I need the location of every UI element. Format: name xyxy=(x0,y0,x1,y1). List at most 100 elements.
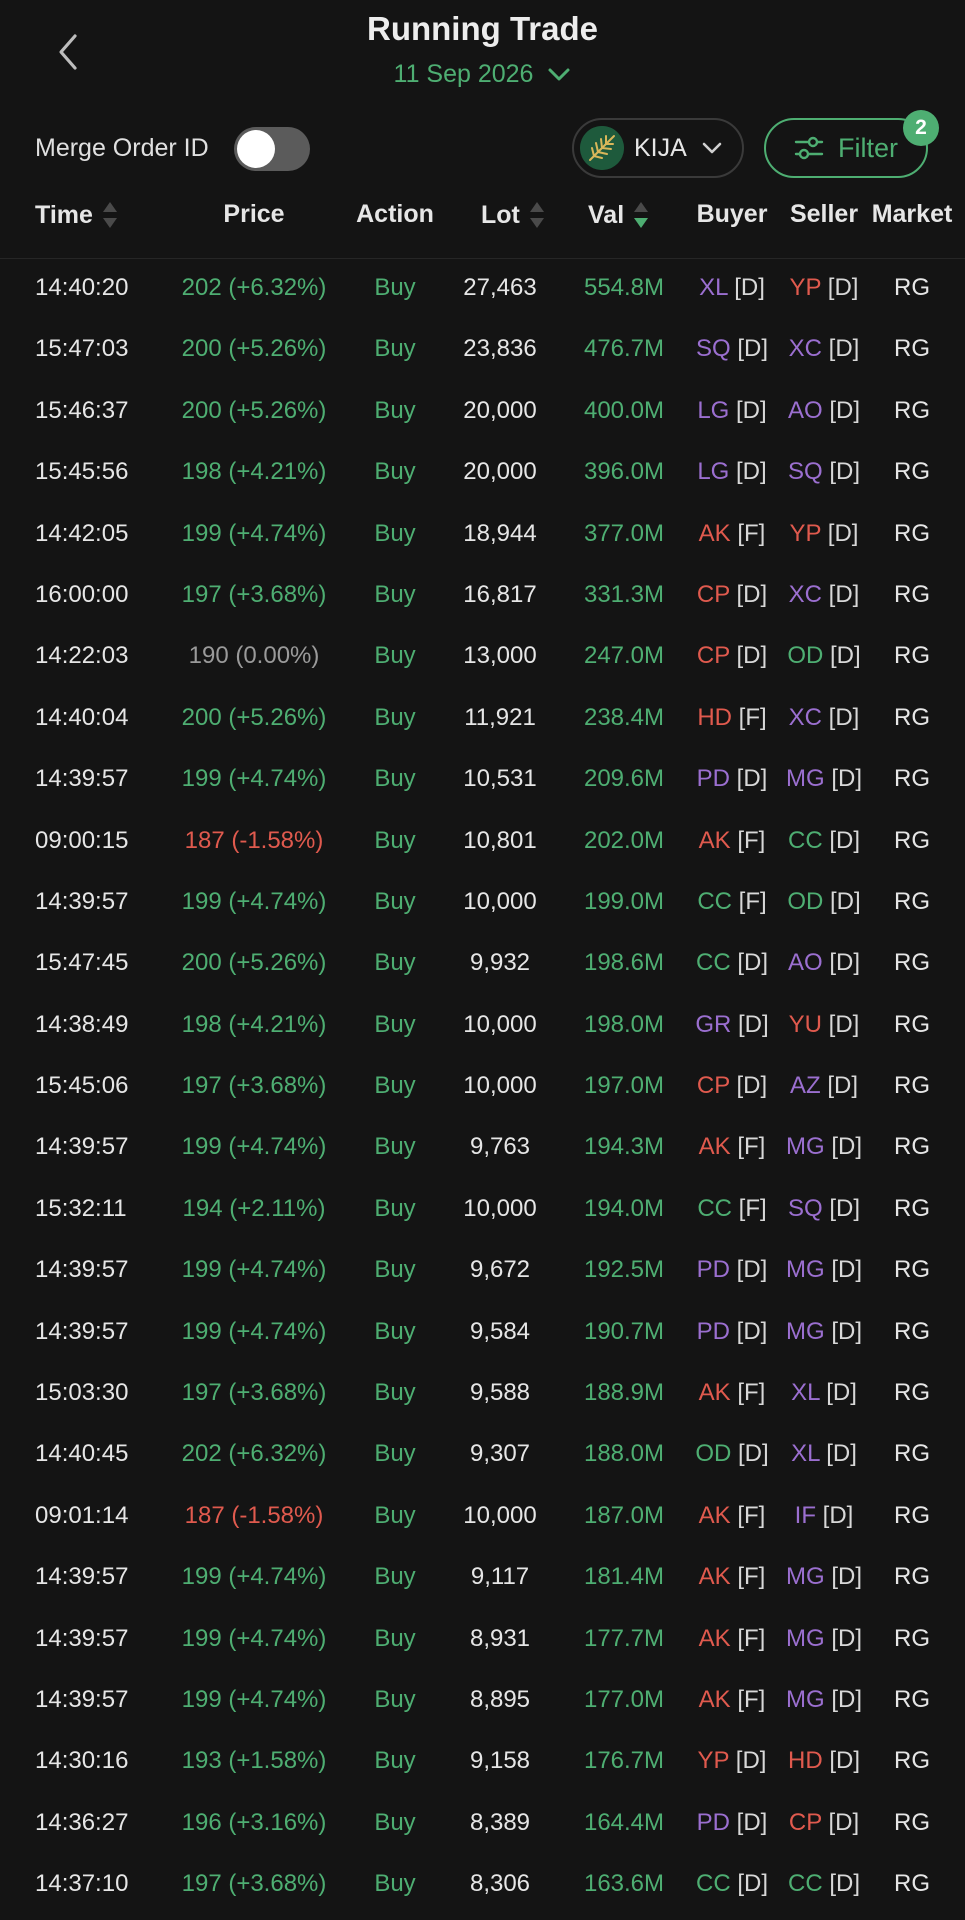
trade-seller[interactable]: AO [D] xyxy=(788,397,860,425)
table-row[interactable]: 14:40:45 202 (+6.32%) Buy 9,307 188.0M OD [D]… xyxy=(0,1424,965,1485)
table-row[interactable]: 15:46:37 200 (+5.26%) Buy 20,000 400.0M LG [D… xyxy=(0,381,965,442)
trade-seller[interactable]: XL [D] xyxy=(791,1440,857,1468)
trade-buyer[interactable]: PD [D] xyxy=(697,1318,768,1346)
trade-buyer[interactable]: CP [D] xyxy=(697,642,767,670)
buyer-code: AK xyxy=(698,1563,731,1591)
table-row[interactable]: 14:40:20 202 (+6.32%) Buy 27,463 554.8M XL [D… xyxy=(0,258,965,319)
date-selector[interactable]: 11 Sep 2026 xyxy=(0,60,965,89)
table-row[interactable]: 15:03:30 197 (+3.68%) Buy 9,588 188.9M AK [F]… xyxy=(0,1363,965,1424)
trade-buyer[interactable]: AK [F] xyxy=(699,1502,766,1530)
trade-seller[interactable]: OD [D] xyxy=(787,642,860,670)
trade-seller[interactable]: MG [D] xyxy=(786,1625,862,1653)
table-row[interactable]: 14:37:10 197 (+3.68%) Buy 8,306 163.6M CC [D]… xyxy=(0,1854,965,1915)
trade-seller[interactable]: YP [D] xyxy=(790,274,859,302)
table-row[interactable]: 15:47:03 200 (+5.26%) Buy 23,836 476.7M SQ [D… xyxy=(0,319,965,380)
trade-seller[interactable]: MG [D] xyxy=(786,1256,862,1284)
trade-action: Buy xyxy=(374,1194,416,1222)
trade-buyer[interactable]: AK [F] xyxy=(699,827,766,855)
table-row[interactable]: 14:40:04 200 (+5.26%) Buy 11,921 238.4M HD [F… xyxy=(0,688,965,749)
table-row[interactable]: 15:45:56 198 (+4.21%) Buy 20,000 396.0M LG [D… xyxy=(0,442,965,503)
trade-buyer[interactable]: PD [D] xyxy=(697,1256,768,1284)
trade-market: RG xyxy=(894,887,930,915)
trade-buyer[interactable]: CC [F] xyxy=(697,888,766,916)
table-row[interactable]: 15:32:11 194 (+2.11%) Buy 10,000 194.0M CC [F… xyxy=(0,1179,965,1240)
trade-seller[interactable]: SQ [D] xyxy=(788,458,860,486)
column-lot[interactable]: Lot xyxy=(481,200,546,230)
trade-seller[interactable]: MG [D] xyxy=(786,765,862,793)
trade-seller[interactable]: OD [D] xyxy=(787,888,860,916)
trade-buyer[interactable]: HD [F] xyxy=(697,704,766,732)
trade-buyer[interactable]: LG [D] xyxy=(697,458,766,486)
trade-buyer[interactable]: CP [D] xyxy=(697,581,767,609)
table-row[interactable]: 14:39:57 199 (+4.74%) Buy 8,931 177.7M AK [F]… xyxy=(0,1609,965,1670)
trade-buyer[interactable]: CC [D] xyxy=(696,949,768,977)
table-row[interactable]: 14:30:16 193 (+1.58%) Buy 9,158 176.7M YP [D]… xyxy=(0,1731,965,1792)
trade-seller[interactable]: XC [D] xyxy=(789,335,860,363)
trade-buyer[interactable]: AK [F] xyxy=(699,1686,766,1714)
trade-seller[interactable]: MG [D] xyxy=(786,1133,862,1161)
trade-buyer[interactable]: AK [F] xyxy=(699,1625,766,1653)
trade-market: RG xyxy=(894,1317,930,1345)
column-val[interactable]: Val xyxy=(588,200,650,230)
trade-seller[interactable]: XC [D] xyxy=(789,581,860,609)
table-row[interactable]: 14:22:03 190 (0.00%) Buy 13,000 247.0M CP [D]… xyxy=(0,626,965,687)
trade-value: 202.0M xyxy=(583,826,665,854)
buyer-type: [F] xyxy=(737,1685,766,1713)
trade-buyer[interactable]: AK [F] xyxy=(699,520,766,548)
trade-buyer[interactable]: XL [D] xyxy=(699,274,765,302)
trade-buyer[interactable]: AK [F] xyxy=(699,1133,766,1161)
table-row[interactable]: 09:01:14 187 (-1.58%) Buy 10,000 187.0M AK [F… xyxy=(0,1486,965,1547)
seller-type: [D] xyxy=(830,887,861,915)
table-row[interactable]: 14:36:27 196 (+3.16%) Buy 8,389 164.4M PD [D]… xyxy=(0,1793,965,1854)
trade-market: RG xyxy=(894,1133,930,1161)
trade-buyer[interactable]: CC [F] xyxy=(697,1195,766,1223)
table-row[interactable]: 14:39:57 199 (+4.74%) Buy 9,763 194.3M AK [F]… xyxy=(0,1117,965,1178)
trade-buyer[interactable]: GR [D] xyxy=(695,1011,768,1039)
trade-seller[interactable]: XC [D] xyxy=(789,704,860,732)
trade-buyer[interactable]: AK [F] xyxy=(699,1563,766,1591)
trade-seller[interactable]: MG [D] xyxy=(786,1563,862,1591)
trade-seller[interactable]: YP [D] xyxy=(790,520,859,548)
table-row[interactable]: 14:39:57 199 (+4.74%) Buy 10,000 199.0M CC [F… xyxy=(0,872,965,933)
trade-seller[interactable]: SQ [D] xyxy=(788,1195,860,1223)
column-time[interactable]: Time xyxy=(35,200,119,230)
table-row[interactable]: 14:39:57 199 (+4.74%) Buy 9,584 190.7M PD [D]… xyxy=(0,1302,965,1363)
table-row[interactable]: 15:47:45 200 (+5.26%) Buy 9,932 198.6M CC [D]… xyxy=(0,933,965,994)
trade-buyer[interactable]: AK [F] xyxy=(699,1379,766,1407)
trade-seller[interactable]: CP [D] xyxy=(789,1809,859,1837)
table-row[interactable]: 14:39:57 199 (+4.74%) Buy 8,895 177.0M AK [F]… xyxy=(0,1670,965,1731)
trade-seller[interactable]: AZ [D] xyxy=(790,1072,858,1100)
table-row[interactable]: 09:00:15 187 (-1.58%) Buy 10,801 202.0M AK [F… xyxy=(0,811,965,872)
seller-code: AO xyxy=(787,396,823,424)
buyer-type: [D] xyxy=(734,274,765,301)
trade-seller[interactable]: CC [D] xyxy=(788,1870,860,1898)
trade-price: 199 (+4.74%) xyxy=(181,1624,327,1652)
trade-seller[interactable]: YU [D] xyxy=(789,1011,860,1039)
trade-seller[interactable]: MG [D] xyxy=(786,1686,862,1714)
trade-buyer[interactable]: PD [D] xyxy=(697,1809,768,1837)
trade-seller[interactable]: MG [D] xyxy=(786,1318,862,1346)
table-row[interactable]: 14:39:57 199 (+4.74%) Buy 10,531 209.6M PD [D… xyxy=(0,749,965,810)
trade-buyer[interactable]: CC [D] xyxy=(696,1870,768,1898)
trade-seller[interactable]: IF [D] xyxy=(795,1502,854,1530)
trade-buyer[interactable]: SQ [D] xyxy=(696,335,768,363)
trade-value: 400.0M xyxy=(583,396,665,424)
merge-order-id-toggle[interactable] xyxy=(234,127,310,171)
trade-seller[interactable]: AO [D] xyxy=(788,949,860,977)
trade-buyer[interactable]: YP [D] xyxy=(698,1747,767,1775)
trade-seller[interactable]: HD [D] xyxy=(788,1747,860,1775)
trade-buyer[interactable]: CP [D] xyxy=(697,1072,767,1100)
trade-buyer[interactable]: OD [D] xyxy=(695,1440,768,1468)
trade-buyer[interactable]: PD [D] xyxy=(697,765,768,793)
trade-seller[interactable]: CC [D] xyxy=(788,827,860,855)
trade-buyer[interactable]: LG [D] xyxy=(697,397,766,425)
table-row[interactable]: 16:00:00 197 (+3.68%) Buy 16,817 331.3M CP [D… xyxy=(0,565,965,626)
table-row[interactable]: 14:38:49 198 (+4.21%) Buy 10,000 198.0M GR [D… xyxy=(0,995,965,1056)
table-row[interactable]: 14:39:57 199 (+4.74%) Buy 9,672 192.5M PD [D]… xyxy=(0,1240,965,1301)
table-row[interactable]: 15:45:06 197 (+3.68%) Buy 10,000 197.0M CP [D… xyxy=(0,1056,965,1117)
trade-seller[interactable]: XL [D] xyxy=(791,1379,857,1407)
filter-sliders-icon xyxy=(794,136,824,160)
stock-selector[interactable]: KIJA xyxy=(572,118,744,178)
table-row[interactable]: 14:42:05 199 (+4.74%) Buy 18,944 377.0M AK [F… xyxy=(0,504,965,565)
table-row[interactable]: 14:39:57 199 (+4.74%) Buy 9,117 181.4M AK [F]… xyxy=(0,1547,965,1608)
